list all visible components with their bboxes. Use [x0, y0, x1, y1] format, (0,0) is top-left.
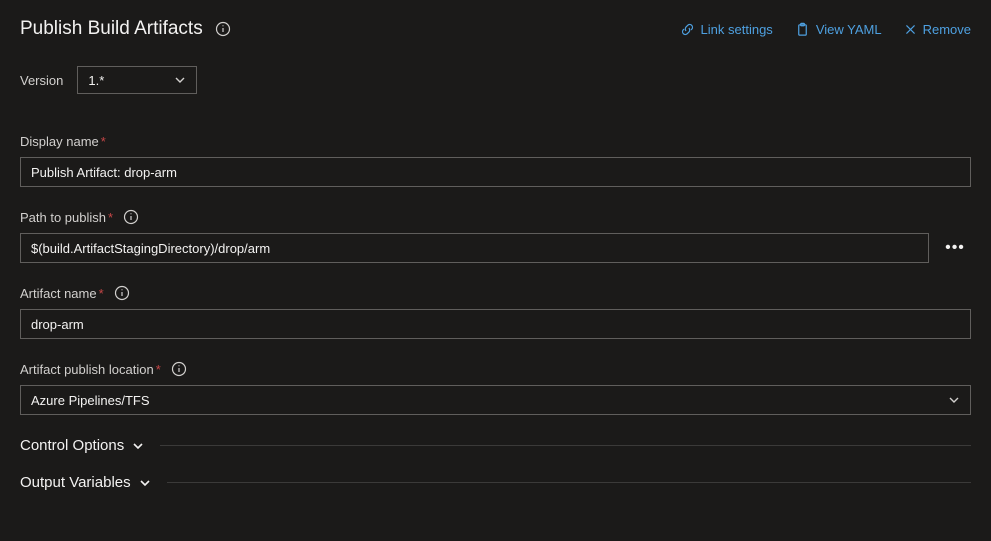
version-label: Version	[20, 73, 63, 88]
control-options-section[interactable]: Control Options	[20, 437, 971, 454]
ellipsis-icon: •••	[945, 239, 965, 257]
display-name-label: Display name*	[20, 134, 106, 149]
control-options-title: Control Options	[20, 437, 124, 454]
info-icon[interactable]	[114, 285, 130, 301]
chevron-down-icon	[948, 394, 960, 406]
close-icon	[904, 23, 917, 36]
remove-button[interactable]: Remove	[904, 22, 971, 37]
artifact-name-field: Artifact name*	[20, 285, 971, 339]
browse-path-button[interactable]: •••	[939, 233, 971, 263]
path-to-publish-field: Path to publish* •••	[20, 209, 971, 263]
header-actions: Link settings View YAML Remove	[680, 22, 971, 37]
link-settings-label: Link settings	[701, 22, 773, 37]
path-to-publish-input[interactable]	[20, 233, 929, 263]
publish-location-value: Azure Pipelines/TFS	[31, 393, 150, 408]
page-title: Publish Build Artifacts	[20, 18, 203, 40]
chevron-down-icon	[174, 74, 186, 86]
display-name-field: Display name*	[20, 134, 971, 187]
link-settings-button[interactable]: Link settings	[680, 22, 773, 37]
view-yaml-label: View YAML	[816, 22, 882, 37]
version-row: Version 1.*	[20, 66, 971, 94]
title-group: Publish Build Artifacts	[20, 18, 231, 40]
info-icon[interactable]	[123, 209, 139, 225]
header-row: Publish Build Artifacts Link settings	[20, 18, 971, 40]
version-select[interactable]: 1.*	[77, 66, 197, 94]
path-to-publish-label: Path to publish*	[20, 210, 113, 225]
link-icon	[680, 22, 695, 37]
display-name-input[interactable]	[20, 157, 971, 187]
info-icon[interactable]	[171, 361, 187, 377]
publish-location-select[interactable]: Azure Pipelines/TFS	[20, 385, 971, 415]
info-icon[interactable]	[215, 21, 231, 37]
artifact-name-input[interactable]	[20, 309, 971, 339]
chevron-down-icon	[132, 440, 144, 452]
version-value: 1.*	[88, 73, 104, 88]
output-variables-title: Output Variables	[20, 474, 131, 491]
artifact-name-label: Artifact name*	[20, 286, 104, 301]
output-variables-section[interactable]: Output Variables	[20, 474, 971, 491]
divider	[167, 482, 971, 483]
publish-location-field: Artifact publish location* Azure Pipelin…	[20, 361, 971, 415]
divider	[160, 445, 971, 446]
chevron-down-icon	[139, 477, 151, 489]
remove-label: Remove	[923, 22, 971, 37]
view-yaml-button[interactable]: View YAML	[795, 22, 882, 37]
publish-location-label: Artifact publish location*	[20, 362, 161, 377]
clipboard-icon	[795, 22, 810, 37]
